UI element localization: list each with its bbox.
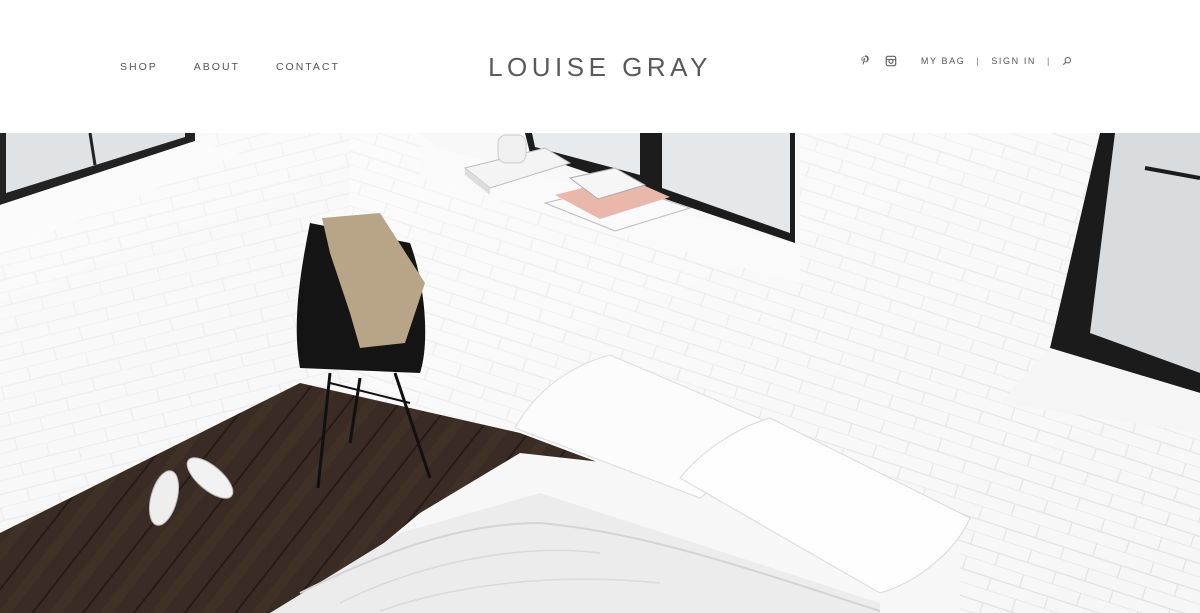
- site-header: SHOP ABOUT CONTACT LOUISE GRAY MY BAG | …: [0, 0, 1200, 133]
- separator: |: [976, 56, 981, 66]
- instagram-icon[interactable]: [885, 55, 897, 67]
- search-icon[interactable]: [1062, 56, 1072, 66]
- bedroom-photo: [0, 133, 1200, 613]
- separator: |: [1047, 56, 1051, 66]
- social-links: [859, 55, 897, 67]
- header-utilities: MY BAG | SIGN IN |: [859, 55, 1072, 67]
- hero-image: [0, 133, 1200, 613]
- my-bag-link[interactable]: MY BAG: [921, 56, 965, 66]
- account-links: MY BAG | SIGN IN |: [921, 56, 1072, 66]
- pinterest-icon[interactable]: [859, 55, 871, 67]
- sign-in-link[interactable]: SIGN IN: [991, 56, 1036, 66]
